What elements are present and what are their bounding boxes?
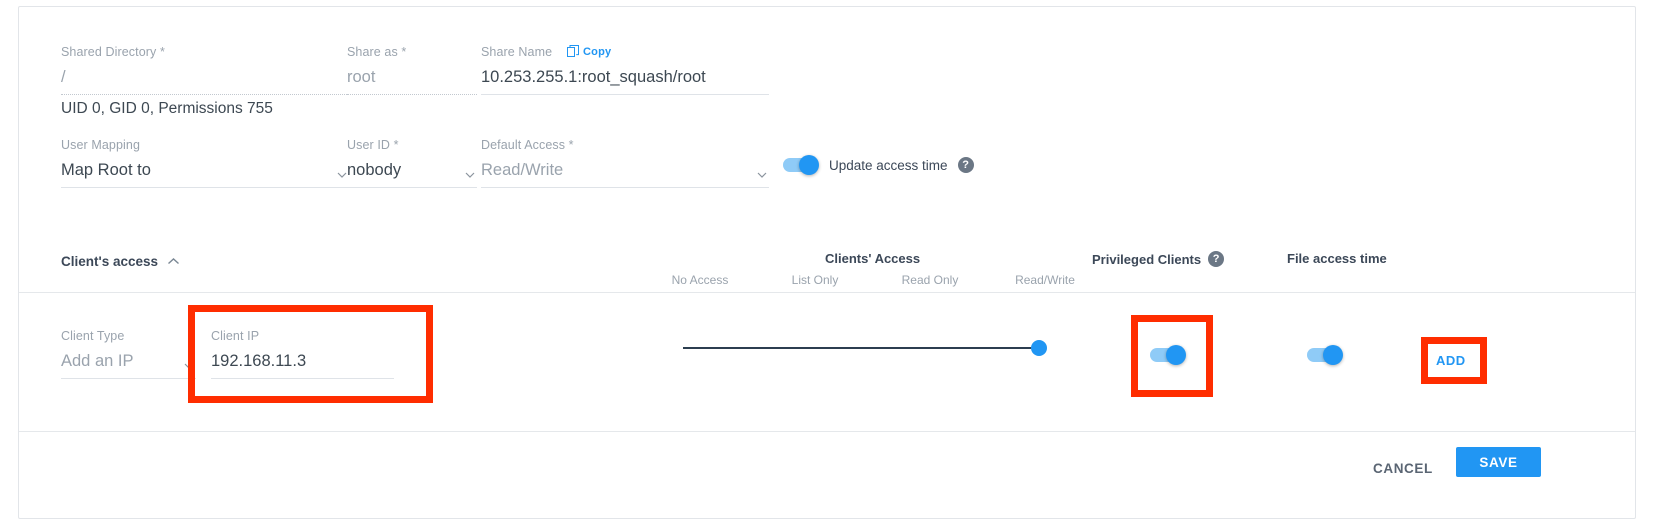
copy-share-name-button[interactable]: Copy xyxy=(567,45,611,58)
clients-access-column-label: Clients' Access xyxy=(825,251,921,266)
share-as-value[interactable]: root xyxy=(347,66,477,95)
section-divider-bottom xyxy=(19,431,1635,432)
slider-tick-read-only: Read Only xyxy=(901,273,959,287)
section-divider-top xyxy=(19,292,1635,293)
share-name-value[interactable]: 10.253.255.1:root_squash/root xyxy=(481,66,769,95)
save-button[interactable]: SAVE xyxy=(1456,447,1541,477)
client-type-label: Client Type xyxy=(61,329,125,343)
slider-tick-read-write: Read/Write xyxy=(1015,273,1075,287)
slider-thumb[interactable] xyxy=(1031,340,1047,356)
slider-track xyxy=(683,347,1039,349)
help-icon[interactable]: ? xyxy=(1208,251,1225,267)
clients-access-section-toggle[interactable]: Client's access xyxy=(61,254,180,269)
client-ip-value[interactable]: 192.168.11.3 xyxy=(211,350,394,379)
toggle-knob xyxy=(1323,345,1343,365)
slider-tick-no-access: No Access xyxy=(671,273,729,287)
copy-label: Copy xyxy=(583,45,612,58)
copy-icon xyxy=(567,45,579,58)
cancel-button[interactable]: CANCEL xyxy=(1373,461,1433,476)
client-type-value[interactable]: Add an IP xyxy=(61,350,196,379)
permissions-summary: UID 0, GID 0, Permissions 755 xyxy=(61,100,273,117)
user-id-field[interactable]: User ID * nobody xyxy=(347,138,477,188)
file-access-time-column-label: File access time xyxy=(1287,251,1387,266)
help-icon[interactable]: ? xyxy=(957,157,974,173)
nfs-share-edit-dialog: Shared Directory * / Share as * root Sha… xyxy=(0,0,1654,531)
share-as-field[interactable]: Share as * root xyxy=(347,45,477,95)
shared-directory-field[interactable]: Shared Directory * / xyxy=(61,45,349,95)
user-mapping-field[interactable]: User Mapping Map Root to xyxy=(61,138,349,188)
toggle-knob xyxy=(799,155,819,175)
client-ip-field[interactable]: Client IP 192.168.11.3 xyxy=(211,329,394,379)
chevron-up-icon[interactable] xyxy=(167,257,180,266)
client-ip-label: Client IP xyxy=(211,329,260,343)
share-name-field[interactable]: Share Name 10.253.255.1:root_squash/root xyxy=(481,45,769,95)
default-access-field[interactable]: Default Access * Read/Write xyxy=(481,138,769,188)
shared-directory-label: Shared Directory * xyxy=(61,45,165,59)
file-access-time-toggle[interactable] xyxy=(1307,345,1343,365)
user-id-value[interactable]: nobody xyxy=(347,159,477,188)
default-access-value[interactable]: Read/Write xyxy=(481,159,769,188)
column-header-clients-access: Clients' Access xyxy=(825,251,920,266)
privileged-clients-toggle[interactable] xyxy=(1150,345,1186,365)
share-name-label: Share Name xyxy=(481,45,553,59)
slider-tick-list-only: List Only xyxy=(791,273,839,287)
user-mapping-value[interactable]: Map Root to xyxy=(61,159,349,188)
user-mapping-label: User Mapping xyxy=(61,138,141,152)
user-id-label: User ID * xyxy=(347,138,399,152)
column-header-privileged-clients: Privileged Clients ? xyxy=(1092,251,1225,267)
client-type-field[interactable]: Client Type Add an IP xyxy=(61,329,196,379)
update-access-time-group: Update access time ? xyxy=(783,155,974,175)
default-access-label: Default Access * xyxy=(481,138,574,152)
share-as-label: Share as * xyxy=(347,45,407,59)
privileged-clients-column-label: Privileged Clients xyxy=(1092,251,1202,267)
clients-access-slider[interactable] xyxy=(683,340,1047,356)
clients-access-title: Client's access xyxy=(61,254,159,269)
toggle-knob xyxy=(1166,345,1186,365)
dialog-panel: Shared Directory * / Share as * root Sha… xyxy=(18,6,1636,519)
column-header-file-access-time: File access time xyxy=(1287,251,1387,266)
update-access-time-label: Update access time xyxy=(829,157,948,173)
update-access-time-toggle[interactable] xyxy=(783,155,819,175)
add-client-button[interactable]: ADD xyxy=(1436,353,1466,368)
shared-directory-value[interactable]: / xyxy=(61,66,349,95)
